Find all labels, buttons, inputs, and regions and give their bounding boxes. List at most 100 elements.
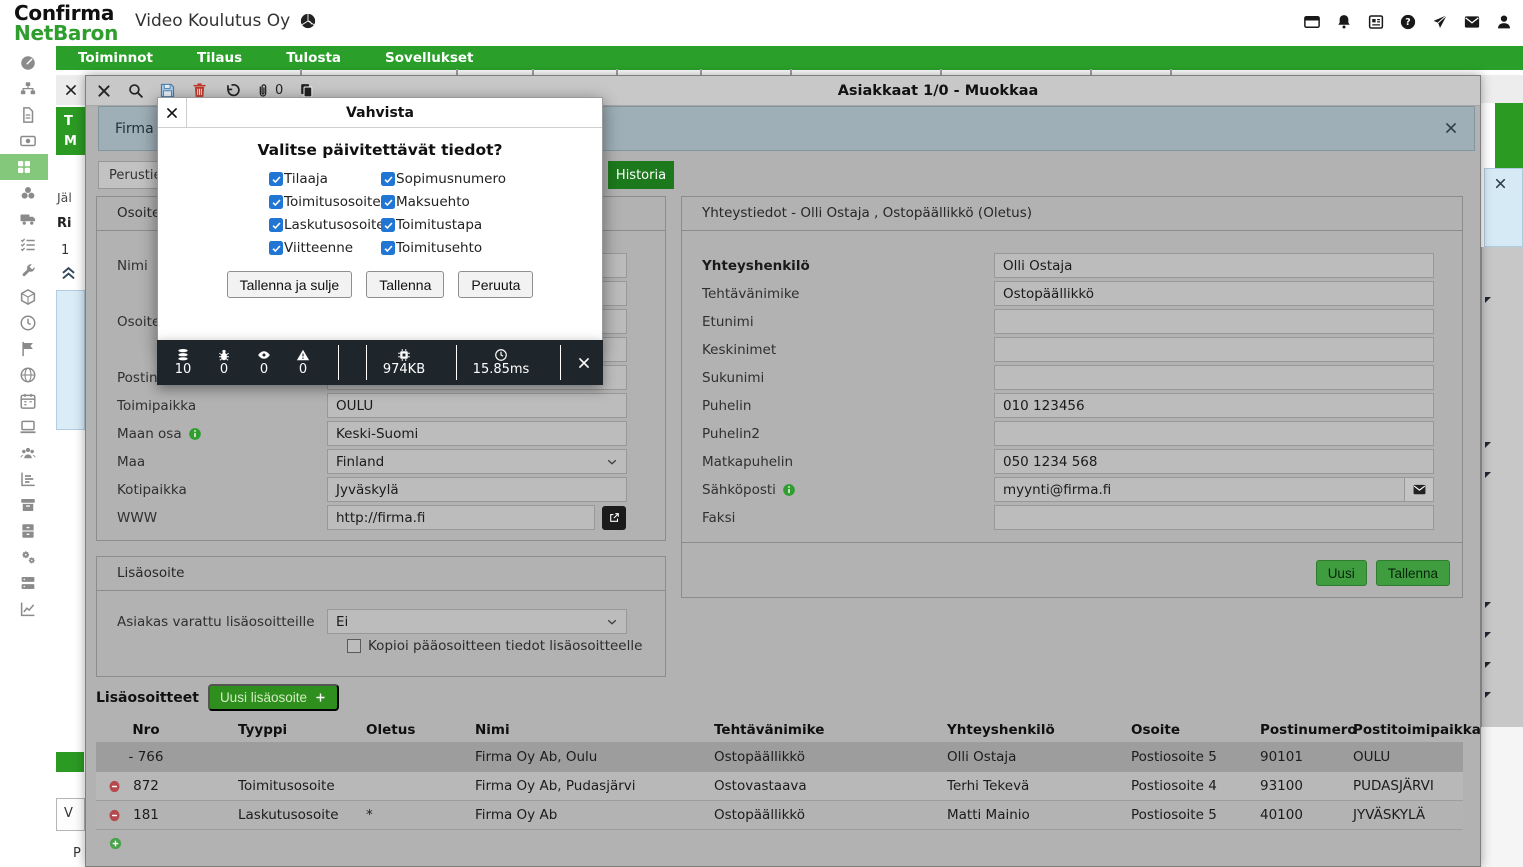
field-label: Maan osa [97, 426, 327, 442]
sidebar-item-servers[interactable] [0, 570, 56, 596]
tab-historia[interactable]: Historia [608, 161, 674, 189]
field-label: Sähköposti [682, 482, 994, 498]
checked-checkbox [269, 195, 283, 209]
open-link-button[interactable] [602, 506, 626, 530]
menu-tilaus[interactable]: Tilaus [197, 50, 242, 66]
col-postinumero: Postinumero [1260, 717, 1350, 742]
window-icon[interactable] [1303, 13, 1321, 31]
peruuta-button[interactable]: Peruuta [458, 271, 533, 298]
table-row[interactable]: - 766 Firma Oy Ab, Oulu Ostopäällikkö Ol… [96, 742, 1463, 771]
checkbox-toimitusosoite[interactable]: Toimitusosoite [269, 194, 381, 210]
sidebar-item-statistics[interactable] [0, 596, 56, 622]
add-row-icon[interactable] [108, 836, 123, 851]
suk unimi-input[interactable] [994, 365, 1434, 390]
keskinimet-input[interactable] [994, 337, 1434, 362]
collapse-up-icon[interactable] [59, 263, 78, 282]
modal-title: Vahvista [158, 105, 602, 121]
sidebar-item-registry-active[interactable] [0, 154, 48, 180]
sidebar-item-tasks[interactable] [0, 232, 56, 258]
sidebar-item-dashboard[interactable] [0, 50, 56, 76]
info-icon[interactable] [782, 483, 796, 497]
table-row[interactable]: 181 Laskutusosoite * Firma Oy Ab Ostopää… [96, 800, 1463, 829]
field-label: Asiakas varattu lisäosoitteille [97, 614, 327, 630]
yhteystiedot-panel: Yhteystiedot - Olli Ostaja , Ostopäällik… [681, 196, 1463, 598]
sidebar-item-organization[interactable] [0, 76, 56, 102]
field-label: Tehtävänimike [682, 286, 994, 302]
pinwheel-badge-icon[interactable] [299, 12, 317, 30]
field-label: Matkapuhelin [682, 454, 994, 470]
sidebar-item-users[interactable] [0, 440, 56, 466]
sidebar-item-web[interactable] [0, 362, 56, 388]
checkbox-toimitusehto[interactable]: Toimitusehto [381, 240, 602, 256]
sidebar-item-settings[interactable] [0, 544, 56, 570]
news-icon[interactable] [1367, 13, 1385, 31]
mail-icon[interactable] [1463, 13, 1481, 31]
record-close-icon[interactable] [1444, 121, 1458, 135]
toimipaikka-input[interactable]: OULU [327, 393, 627, 418]
checkbox-toimitustapa[interactable]: Toimitustapa [381, 217, 602, 233]
memory-stat: 974KB [364, 340, 444, 385]
faksi-input[interactable] [994, 505, 1434, 530]
maan-osa-input[interactable]: Keski-Suomi [327, 421, 627, 446]
debug-close-icon[interactable] [569, 340, 599, 385]
checkbox-maksuehto[interactable]: Maksuehto [381, 194, 602, 210]
user-icon[interactable] [1495, 13, 1513, 31]
checkbox-sopimusnumero[interactable]: Sopimusnumero [381, 171, 602, 187]
checked-checkbox [269, 218, 283, 232]
etunimi-input[interactable] [994, 309, 1434, 334]
menu-sovellukset[interactable]: Sovellukset [385, 50, 473, 66]
kopioi-checkbox[interactable] [347, 639, 361, 653]
app-logo[interactable]: Confirma NetBaron [14, 3, 118, 43]
uusi-lisaosoite-button[interactable]: Uusi lisäosoite [208, 684, 339, 711]
tallenna-ja-sulje-button[interactable]: Tallenna ja sulje [227, 271, 353, 298]
search-icon[interactable] [127, 82, 144, 99]
puhelin-input[interactable]: 010 123456 [994, 393, 1434, 418]
checkbox-tilaaja[interactable]: Tilaaja [269, 171, 381, 187]
bugs-stat: 0 [204, 340, 244, 385]
sidebar-item-reports[interactable] [0, 466, 56, 492]
table-row[interactable]: 872 Toimitusosoite Firma Oy Ab, Pudasjär… [96, 771, 1463, 800]
sidebar-item-calendar[interactable] [0, 388, 56, 414]
kotipaikka-input[interactable]: Jyväskylä [327, 477, 627, 502]
send-email-button[interactable] [1404, 477, 1434, 502]
sidebar-item-archive[interactable] [0, 492, 56, 518]
send-icon[interactable] [1431, 13, 1449, 31]
background-right-close-icon[interactable] [1494, 177, 1507, 190]
close-icon[interactable] [96, 83, 112, 99]
sidebar-item-tools[interactable] [0, 258, 56, 284]
notifications-bell-icon[interactable] [1335, 13, 1353, 31]
www-input[interactable]: http://firma.fi [327, 505, 595, 530]
sidebar-item-products[interactable] [0, 284, 56, 310]
checked-checkbox [269, 241, 283, 255]
info-icon[interactable] [188, 427, 202, 441]
sidebar-item-workstation[interactable] [0, 414, 56, 440]
help-icon[interactable] [1399, 13, 1417, 31]
sidebar-item-storage[interactable] [0, 518, 56, 544]
warning-icon [296, 348, 310, 362]
modal-tallenna-button[interactable]: Tallenna [366, 271, 444, 298]
yhteystiedot-panel-title: Yhteystiedot - Olli Ostaja , Ostopäällik… [682, 197, 1462, 231]
yhteyshenkilo-input[interactable]: Olli Ostaja [994, 253, 1434, 278]
tallenna-button[interactable]: Tallenna [1376, 560, 1450, 586]
uusi-button[interactable]: Uusi [1316, 560, 1367, 586]
tehtavanimike-input[interactable]: Ostopäällikkö [994, 281, 1434, 306]
sahkoposti-input[interactable]: myynti@firma.fi [994, 477, 1434, 502]
modal-question: Valitse päivitettävät tiedot? [158, 141, 602, 159]
sidebar-item-flags[interactable] [0, 336, 56, 362]
background-text-1: Jäl [57, 190, 72, 205]
checkbox-laskutusosoite[interactable]: Laskutusosoite [269, 217, 381, 233]
sidebar-item-logistics[interactable] [0, 206, 56, 232]
checkbox-viitteenne[interactable]: Viitteenne [269, 240, 381, 256]
varattu-select[interactable]: Ei [327, 609, 627, 634]
sidebar-item-time[interactable] [0, 310, 56, 336]
sidebar-item-assets[interactable] [0, 180, 56, 206]
matkapuhelin-input[interactable]: 050 1234 568 [994, 449, 1434, 474]
menu-tulosta[interactable]: Tulosta [286, 50, 341, 66]
logo-line2: NetBaron [14, 23, 118, 43]
sidebar-item-billing[interactable] [0, 128, 56, 154]
puhelin2-input[interactable] [994, 421, 1434, 446]
background-window-close-icon[interactable] [56, 75, 85, 105]
sidebar-item-documents[interactable] [0, 102, 56, 128]
menu-toiminnot[interactable]: Toiminnot [78, 50, 153, 66]
maa-select[interactable]: Finland [327, 449, 627, 474]
